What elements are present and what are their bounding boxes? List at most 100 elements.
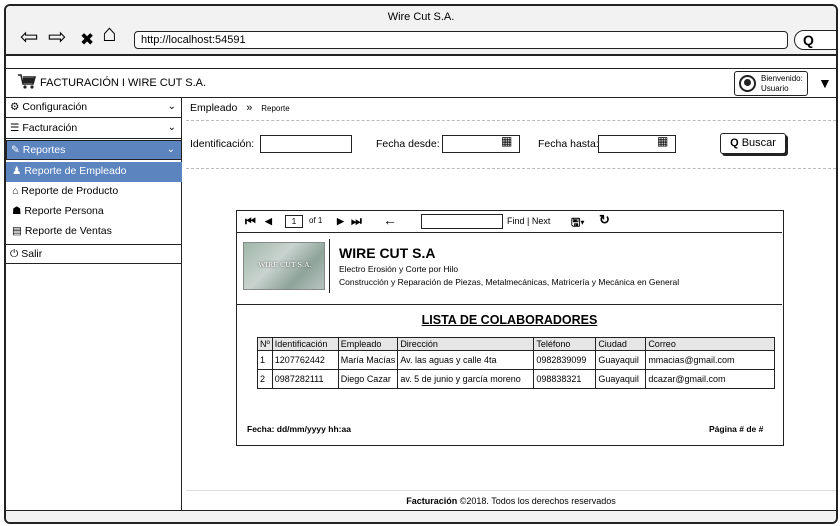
company-logo: WIRE CUT S.A. bbox=[243, 242, 325, 290]
page-number-input[interactable]: 1 bbox=[285, 215, 303, 228]
refresh-icon[interactable]: ↻ bbox=[599, 212, 610, 228]
store-icon: ⌂ bbox=[12, 185, 19, 197]
sidebar-item-label: Salir bbox=[21, 248, 43, 260]
back-arrow-icon[interactable]: ⇦ bbox=[20, 26, 38, 48]
report-viewer: ⏮ ◀ 1 of 1 ▶ ⏭ ← Find | Next 🖫▾ ↻ WIRE C… bbox=[236, 210, 784, 446]
sidebar-item-label: Reportes bbox=[22, 144, 66, 156]
breadcrumb-leaf: Reporte bbox=[261, 104, 290, 113]
cell: 0987282111 bbox=[271, 369, 339, 389]
cell: 1207762442 bbox=[271, 350, 339, 370]
url-bar[interactable]: http://localhost:54591 bbox=[134, 31, 788, 49]
submenu-item-reporte-ventas[interactable]: ▤ Reporte de Ventas bbox=[6, 222, 182, 242]
cell: 098838321 bbox=[533, 369, 597, 389]
chevron-down-icon: ⌄ bbox=[166, 144, 175, 155]
column-header: Dirección bbox=[397, 337, 535, 351]
cart-icon bbox=[18, 74, 37, 95]
column-header: Teléfono bbox=[533, 337, 597, 351]
breadcrumb-separator: » bbox=[246, 102, 253, 114]
page: Wire Cut S.A. ⇦ ⇨ ✖ ⌂ http://localhost:5… bbox=[0, 0, 840, 526]
submenu-item-reporte-empleado[interactable]: ♟ Reporte de Empleado bbox=[6, 162, 182, 182]
sidebar-item-facturacion[interactable]: ☰ Facturación ⌄ bbox=[6, 119, 182, 139]
welcome-label: Bienvenido: bbox=[761, 74, 803, 83]
sidebar-item-configuracion[interactable]: ⚙ Configuración ⌄ bbox=[6, 98, 182, 118]
submenu-item-reporte-persona[interactable]: ☗ Reporte Persona bbox=[6, 202, 182, 222]
browser-statusbar bbox=[6, 510, 836, 522]
browser-search-button[interactable]: Q bbox=[794, 30, 836, 50]
submenu-item-label: Reporte de Empleado bbox=[24, 165, 127, 177]
sidebar-item-salir[interactable]: ⏻ Salir bbox=[6, 244, 182, 264]
footer-copyright: ©2018. Todos los derechos reservados bbox=[457, 496, 616, 506]
browser-titlebar: Wire Cut S.A. ⇦ ⇨ ✖ ⌂ http://localhost:5… bbox=[6, 6, 836, 56]
column-header: Correo bbox=[645, 337, 775, 351]
window-title: Wire Cut S.A. bbox=[387, 11, 455, 23]
person-icon: ♟ bbox=[12, 165, 22, 177]
column-header: Empleado bbox=[337, 337, 399, 351]
employee-table: Nº Identificación Empleado Dirección Tel… bbox=[257, 337, 775, 389]
cell: Guayaquil bbox=[595, 350, 647, 370]
next-page-icon[interactable]: ▶ bbox=[337, 216, 344, 227]
edit-icon: ✎ bbox=[11, 144, 20, 156]
last-page-icon[interactable]: ⏭ bbox=[351, 214, 362, 229]
users-icon: ☗ bbox=[12, 205, 22, 217]
id-label: Identificación: bbox=[190, 138, 255, 150]
page-of-text: of 1 bbox=[309, 216, 323, 225]
sidebar-item-label: Configuración bbox=[22, 101, 88, 113]
cell: 0982839099 bbox=[533, 350, 597, 370]
id-input[interactable] bbox=[260, 135, 352, 153]
sidebar-item-label: Facturación bbox=[22, 122, 78, 134]
date-from-label: Fecha desde: bbox=[376, 138, 440, 150]
table-row: 2 0987282111 Diego Cazar av. 5 de junio … bbox=[257, 369, 775, 389]
column-header: Identificación bbox=[271, 337, 339, 351]
date-to-label: Fecha hasta: bbox=[538, 138, 599, 150]
submenu-item-label: Reporte de Ventas bbox=[24, 225, 112, 237]
first-page-icon[interactable]: ⏮ bbox=[245, 214, 256, 229]
search-button-label: Buscar bbox=[741, 137, 776, 149]
cell: mmacias@gmail.com bbox=[645, 350, 775, 370]
find-next-link[interactable]: Find | Next bbox=[507, 216, 550, 226]
reportes-submenu: ♟ Reporte de Empleado ⌂ Reporte de Produ… bbox=[6, 162, 182, 244]
user-menu[interactable]: Bienvenido: Usuario bbox=[734, 71, 808, 96]
column-header: Ciudad bbox=[595, 337, 647, 351]
breadcrumb-root[interactable]: Empleado bbox=[190, 102, 237, 114]
search-button[interactable]: Q Buscar bbox=[720, 133, 786, 154]
divider bbox=[186, 120, 836, 121]
cell: María Macías bbox=[337, 350, 399, 370]
submenu-item-reporte-producto[interactable]: ⌂ Reporte de Producto bbox=[6, 182, 182, 202]
chevron-down-icon: ⌄ bbox=[167, 122, 176, 133]
breadcrumb: Empleado » Reporte bbox=[190, 102, 290, 114]
user-menu-caret-icon[interactable]: ▼ bbox=[818, 75, 832, 91]
report-header: WIRE CUT S.A. WIRE CUT S.A Electro Erosi… bbox=[237, 233, 782, 305]
find-input[interactable] bbox=[421, 214, 503, 229]
chevron-down-icon: ⌄ bbox=[167, 101, 176, 112]
power-icon: ⏻ bbox=[10, 248, 19, 260]
prev-page-icon[interactable]: ◀ bbox=[265, 216, 272, 227]
footer-brand: Facturación bbox=[406, 496, 458, 506]
submenu-item-label: Reporte de Producto bbox=[21, 185, 119, 197]
gears-icon: ⚙ bbox=[10, 101, 20, 113]
cell: Guayaquil bbox=[595, 369, 647, 389]
sidebar: ⚙ Configuración ⌄ ☰ Facturación ⌄ ✎ Repo… bbox=[6, 98, 182, 522]
chart-icon: ▤ bbox=[12, 225, 22, 237]
cell: 2 bbox=[257, 369, 273, 389]
search-icon: Q bbox=[730, 137, 739, 149]
list-icon: ☰ bbox=[10, 122, 20, 134]
company-tagline: Electro Erosión y Corte por Hilo bbox=[339, 264, 459, 274]
calendar-icon[interactable]: ▦ bbox=[501, 134, 512, 148]
search-icon: Q bbox=[803, 32, 814, 48]
sidebar-item-reportes[interactable]: ✎ Reportes ⌄ bbox=[6, 140, 182, 160]
header-divider bbox=[329, 239, 330, 293]
export-icon[interactable]: 🖫▾ bbox=[571, 214, 584, 233]
submenu-item-label: Reporte Persona bbox=[24, 205, 104, 217]
home-icon[interactable]: ⌂ bbox=[102, 22, 117, 46]
column-header: Nº bbox=[257, 337, 273, 351]
back-icon[interactable]: ← bbox=[383, 212, 397, 228]
report-toolbar: ⏮ ◀ 1 of 1 ▶ ⏭ ← Find | Next 🖫▾ ↻ bbox=[237, 211, 782, 233]
report-title: LISTA DE COLABORADORES bbox=[421, 313, 598, 327]
welcome-text: Bienvenido: Usuario bbox=[761, 74, 803, 94]
table-header-row: Nº Identificación Empleado Dirección Tel… bbox=[257, 337, 775, 351]
calendar-icon[interactable]: ▦ bbox=[657, 134, 668, 148]
close-icon[interactable]: ✖ bbox=[80, 29, 94, 51]
cell: av. 5 de junio y garcía moreno bbox=[397, 369, 535, 389]
forward-arrow-icon[interactable]: ⇨ bbox=[48, 26, 66, 48]
table-row: 1 1207762442 María Macías Av. las aguas … bbox=[257, 350, 775, 370]
